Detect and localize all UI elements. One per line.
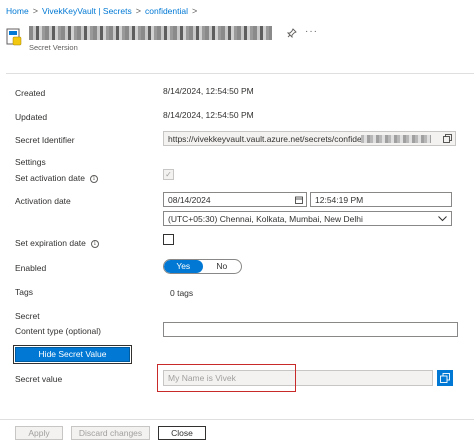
set-activation-checkbox[interactable]: ✓ [163,169,174,180]
chevron-down-icon [438,216,447,222]
content-type-input[interactable] [163,322,458,337]
info-icon[interactable]: i [89,174,98,183]
secret-section-label: Secret [15,311,40,321]
chevron-right-icon: > [192,6,198,16]
enabled-yes-option[interactable]: Yes [164,260,203,273]
breadcrumb-home[interactable]: Home [6,6,29,16]
activation-date-input[interactable]: 08/14/2024 [163,192,307,207]
created-label: Created [15,88,46,98]
tags-label: Tags [15,287,33,297]
highlight-annotation [157,364,296,392]
tags-link[interactable]: 0 tags [170,288,193,298]
more-icon[interactable]: ··· [305,26,318,37]
hide-secret-value-button[interactable]: Hide Secret Value [13,345,132,364]
chevron-right-icon: > [32,6,38,16]
settings-label: Settings [15,157,46,167]
timezone-value: (UTC+05:30) Chennai, Kolkata, Mumbai, Ne… [168,214,363,224]
breadcrumb-keyvault-secrets[interactable]: VivekKeyVault | Secrets [42,6,132,16]
page-title-redacted [29,26,272,40]
enabled-toggle[interactable]: Yes No [163,259,242,274]
secret-identifier-redacted [361,135,431,143]
timezone-select[interactable]: (UTC+05:30) Chennai, Kolkata, Mumbai, Ne… [163,211,452,226]
chevron-right-icon: > [135,6,141,16]
enabled-label: Enabled [15,263,47,273]
apply-button[interactable]: Apply [15,426,63,440]
activation-date-value: 08/14/2024 [168,195,211,205]
secret-value-label: Secret value [15,374,63,384]
secret-version-icon [6,28,22,46]
secret-identifier-field[interactable]: https://vivekkeyvault.vault.azure.net/se… [163,131,456,146]
header-divider [6,73,474,74]
enabled-no-option[interactable]: No [203,260,242,273]
updated-value: 8/14/2024, 12:54:50 PM [163,110,254,120]
activation-time-value: 12:54:19 PM [315,195,364,205]
activation-date-label: Activation date [15,196,71,206]
secret-identifier-value: https://vivekkeyvault.vault.azure.net/se… [168,134,380,144]
set-activation-label-text: Set activation date [15,173,85,183]
copy-icon [440,373,450,383]
calendar-icon[interactable] [295,196,303,204]
activation-time-input[interactable]: 12:54:19 PM [310,192,452,207]
secret-identifier-label: Secret Identifier [15,135,75,145]
footer-divider [0,419,474,420]
copy-icon[interactable] [443,134,452,143]
breadcrumb-confidential[interactable]: confidential [145,6,188,16]
created-value: 8/14/2024, 12:54:50 PM [163,86,254,96]
set-expiration-label-text: Set expiration date [15,238,86,248]
close-button[interactable]: Close [158,426,206,440]
pin-icon[interactable] [287,28,297,38]
set-activation-label: Set activation date i [15,173,98,183]
updated-label: Updated [15,112,48,122]
set-expiration-label: Set expiration date i [15,238,99,248]
breadcrumb: Home > VivekKeyVault | Secrets > confide… [6,6,201,16]
content-type-label: Content type (optional) [15,326,101,336]
discard-changes-button[interactable]: Discard changes [71,426,150,440]
set-expiration-checkbox[interactable] [163,234,174,245]
info-icon[interactable]: i [90,239,99,248]
page-subtitle: Secret Version [29,43,78,52]
copy-to-clipboard-button[interactable] [437,370,453,386]
